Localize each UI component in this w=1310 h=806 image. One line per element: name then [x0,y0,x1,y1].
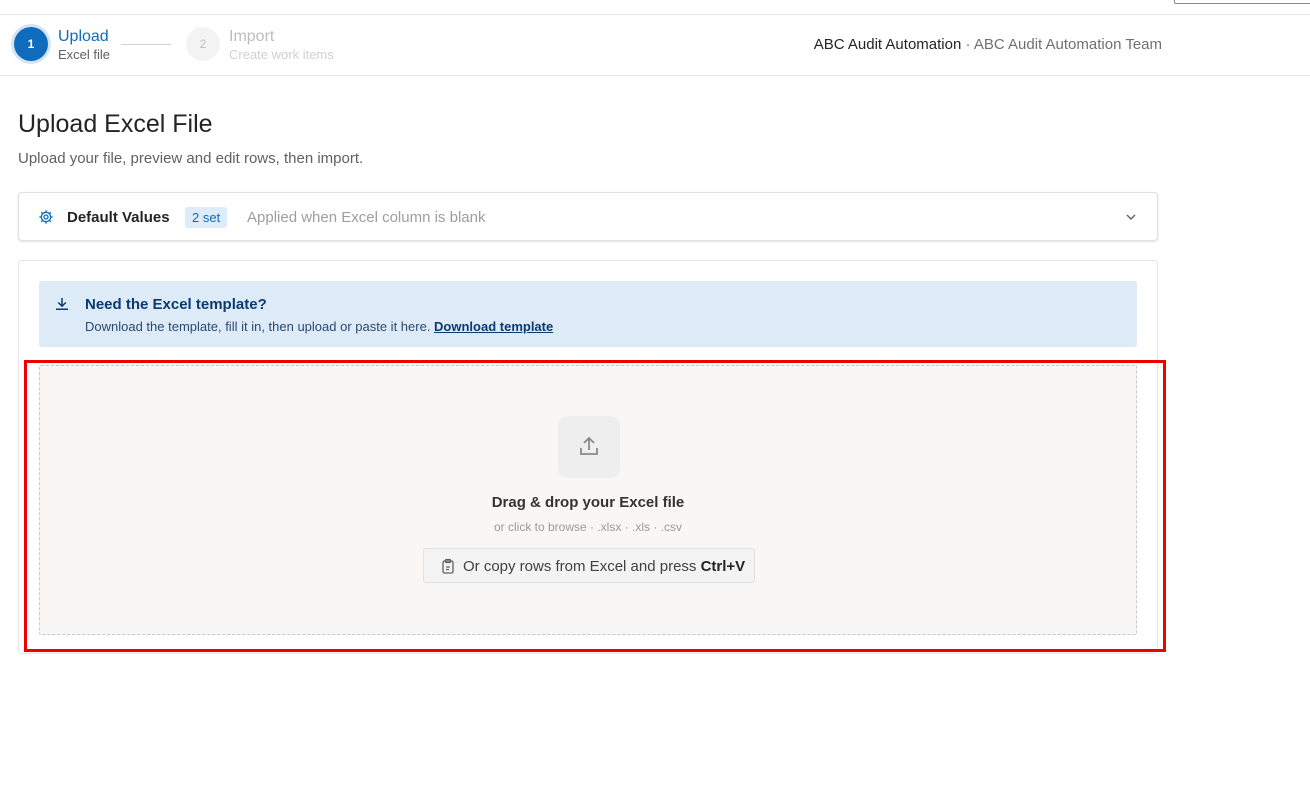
org-separator: · [961,36,974,53]
step-2-subtitle: Create work items [229,47,334,62]
step-connector [121,44,171,45]
gear-icon [39,210,53,224]
team-name: ABC Audit Automation Team [973,36,1162,53]
org-label: ABC Audit Automation · ABC Audit Automat… [814,36,1162,53]
dropzone-subtitle: or click to browse · .xlsx · .xls · .csv [493,520,683,534]
upload-icon [580,436,598,455]
step-1-indicator[interactable]: 1 [14,27,48,61]
paste-shortcut: Ctrl+V [700,558,746,575]
step-1-subtitle: Excel file [58,47,111,62]
upload-card: Need the Excel template? Download the te… [18,260,1158,654]
defaults-count-badge: 2 set [185,207,228,228]
page-title: Upload Excel File [18,110,213,138]
paste-from-excel-button[interactable]: Or copy rows from Excel and press Ctrl+V [423,548,755,583]
template-notice-title: Need the Excel template? [85,296,267,313]
file-dropzone[interactable]: Drag & drop your Excel file or click to … [39,365,1137,635]
step-2-indicator[interactable]: 2 [186,27,220,61]
chevron-down-icon[interactable] [1125,211,1137,223]
paste-instruction: Or copy rows from Excel and press Ctrl+V [463,558,745,575]
default-values-panel[interactable]: Default Values 2 set Applied when Excel … [18,192,1158,241]
dropzone-title: Drag & drop your Excel file [491,494,685,511]
wizard-header: 1 Upload Excel file 2 Import Create work… [0,15,1310,76]
template-notice-text: Download the template, fill it in, then … [85,319,553,334]
template-notice: Need the Excel template? Download the te… [39,281,1137,347]
paste-text: Or copy rows from Excel and press [463,558,701,575]
top-right-control[interactable] [1174,0,1310,4]
page-subtitle: Upload your file, preview and edit rows,… [18,150,364,167]
download-template-link[interactable]: Download template [434,319,553,334]
step-2-title[interactable]: Import [229,28,274,46]
clipboard-icon [442,558,454,574]
step-1-title[interactable]: Upload [58,28,109,46]
default-values-title: Default Values [67,209,170,226]
upload-icon-tile[interactable] [558,416,620,478]
default-values-hint: Applied when Excel column is blank [247,209,486,226]
download-icon [56,298,68,310]
app-name: ABC Audit Automation [813,36,962,53]
template-notice-body: Download the template, fill it in, then … [85,319,435,334]
